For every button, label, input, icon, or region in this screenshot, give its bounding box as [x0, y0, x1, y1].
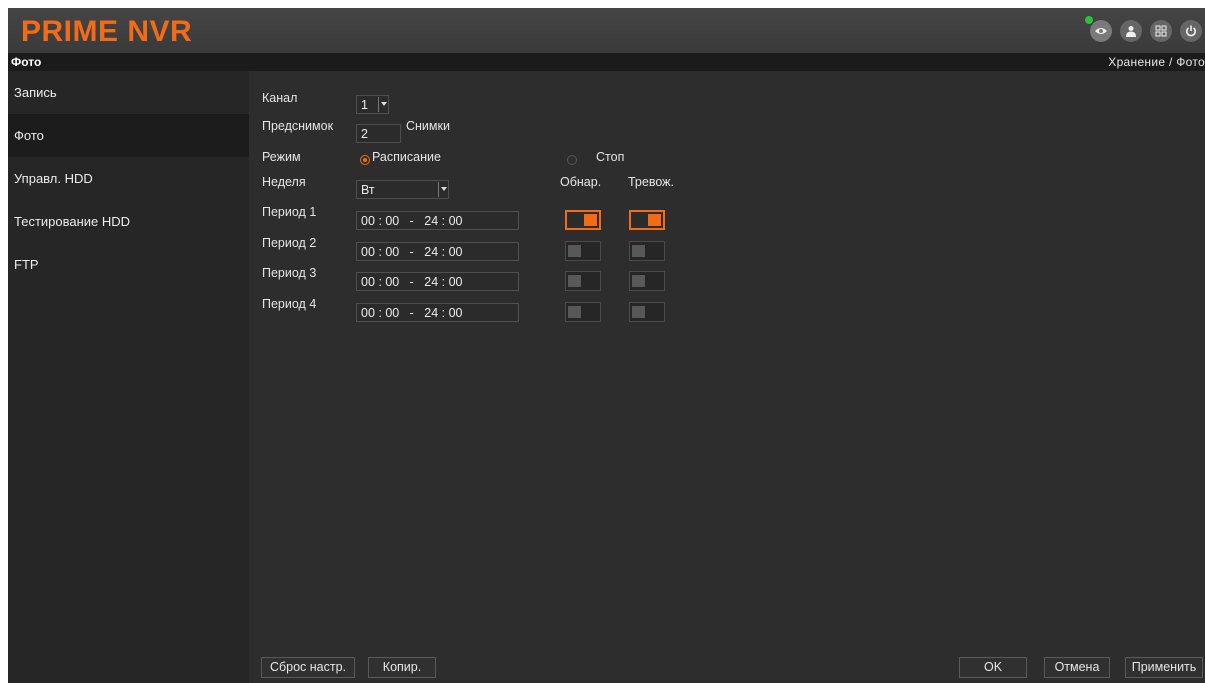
toggle-knob	[568, 245, 581, 257]
toggle-knob	[584, 214, 597, 226]
channel-select[interactable]: 1	[356, 95, 389, 114]
detect-toggle[interactable]	[565, 241, 601, 261]
mode-stop-label[interactable]: Стоп	[596, 150, 624, 164]
chevron-down-icon	[378, 97, 387, 112]
range-separator: -	[409, 275, 414, 289]
start-minute[interactable]: 00	[385, 275, 399, 289]
sidebar-item-ftp[interactable]: FTP	[8, 243, 249, 286]
radio-stop[interactable]	[567, 155, 577, 165]
photo-settings-panel: Канал 1 Предснимок 2 Снимки Режим Распис…	[249, 71, 1205, 683]
sidebar-item-photo[interactable]: Фото	[8, 114, 249, 157]
user-icon[interactable]	[1120, 20, 1142, 42]
presnap-value: 2	[361, 127, 368, 141]
cancel-button[interactable]: Отмена	[1044, 657, 1110, 678]
start-hour[interactable]: 00	[361, 306, 375, 320]
toggle-knob	[568, 275, 581, 287]
app-logo: PRIME NVR	[21, 15, 193, 48]
period-label: Период 2	[262, 236, 317, 250]
apply-button[interactable]: Применить	[1125, 657, 1203, 678]
alarm-toggle[interactable]	[629, 210, 665, 230]
toggle-knob	[632, 275, 645, 287]
end-minute[interactable]: 00	[449, 275, 463, 289]
detect-column-header: Обнар.	[560, 175, 602, 189]
start-minute[interactable]: 00	[385, 306, 399, 320]
sidebar-item-label: Тестирование HDD	[14, 214, 131, 229]
detect-toggle[interactable]	[565, 302, 601, 322]
presnap-unit: Снимки	[406, 119, 450, 133]
period-label: Период 3	[262, 266, 317, 280]
presnap-input[interactable]: 2	[356, 124, 401, 143]
range-separator: -	[409, 306, 414, 320]
sidebar: Запись Фото Управл. HDD Тестирование HDD…	[8, 71, 249, 683]
end-hour[interactable]: 24	[424, 306, 438, 320]
sidebar-item-hdd-manage[interactable]: Управл. HDD	[8, 157, 249, 200]
week-select[interactable]: Вт	[356, 180, 449, 199]
period-time-range[interactable]: 00 : 00 - 24 : 00	[356, 242, 519, 261]
start-hour[interactable]: 00	[361, 214, 375, 228]
sidebar-item-label: FTP	[14, 257, 39, 272]
detect-toggle[interactable]	[565, 271, 601, 291]
start-hour[interactable]: 00	[361, 275, 375, 289]
range-separator: -	[409, 245, 414, 259]
channel-label: Канал	[262, 91, 298, 105]
week-value: Вт	[361, 183, 375, 197]
end-hour[interactable]: 24	[424, 275, 438, 289]
power-icon[interactable]	[1180, 20, 1202, 42]
alarm-toggle[interactable]	[629, 302, 665, 322]
end-minute[interactable]: 00	[449, 306, 463, 320]
mode-schedule-label[interactable]: Расписание	[372, 150, 441, 164]
breadcrumb: Хранение / Фото	[1108, 55, 1205, 69]
alarm-toggle[interactable]	[629, 271, 665, 291]
sidebar-item-label: Управл. HDD	[14, 171, 93, 186]
radio-schedule[interactable]	[360, 155, 370, 165]
reset-button[interactable]: Сброс настр.	[261, 657, 355, 678]
start-minute[interactable]: 00	[385, 214, 399, 228]
start-minute[interactable]: 00	[385, 245, 399, 259]
mode-label: Режим	[262, 150, 301, 164]
ok-button[interactable]: OK	[959, 657, 1027, 678]
sidebar-item-record[interactable]: Запись	[8, 71, 249, 114]
period-label: Период 4	[262, 297, 317, 311]
end-minute[interactable]: 00	[449, 214, 463, 228]
detect-toggle[interactable]	[565, 210, 601, 230]
period-label: Период 1	[262, 205, 317, 219]
week-label: Неделя	[262, 175, 306, 189]
multiscreen-icon[interactable]	[1150, 20, 1172, 42]
alarm-column-header: Тревож.	[628, 175, 674, 189]
copy-button[interactable]: Копир.	[368, 657, 436, 678]
eye-icon[interactable]	[1085, 16, 1112, 42]
chevron-down-icon	[438, 182, 447, 197]
period-time-range[interactable]: 00 : 00 - 24 : 00	[356, 303, 519, 322]
range-separator: -	[409, 214, 414, 228]
breadcrumb-bar: Фото Хранение / Фото	[8, 53, 1205, 71]
end-hour[interactable]: 24	[424, 214, 438, 228]
status-dot	[1085, 16, 1093, 24]
period-time-range[interactable]: 00 : 00 - 24 : 00	[356, 211, 519, 230]
end-hour[interactable]: 24	[424, 245, 438, 259]
toggle-knob	[632, 245, 645, 257]
alarm-toggle[interactable]	[629, 241, 665, 261]
toggle-knob	[568, 306, 581, 318]
toggle-knob	[632, 306, 645, 318]
toggle-knob	[648, 214, 661, 226]
period-time-range[interactable]: 00 : 00 - 24 : 00	[356, 272, 519, 291]
top-icons	[1085, 16, 1202, 42]
top-bar: PRIME NVR	[8, 8, 1205, 53]
start-hour[interactable]: 00	[361, 245, 375, 259]
presnap-label: Предснимок	[262, 119, 334, 133]
channel-value: 1	[361, 98, 368, 112]
page-title: Фото	[11, 55, 42, 69]
end-minute[interactable]: 00	[449, 245, 463, 259]
sidebar-item-label: Запись	[14, 85, 57, 100]
nvr-window: PRIME NVR Фото Хранение / Фото Запись Фо…	[8, 8, 1205, 683]
sidebar-item-hdd-test[interactable]: Тестирование HDD	[8, 200, 249, 243]
sidebar-item-label: Фото	[14, 128, 44, 143]
